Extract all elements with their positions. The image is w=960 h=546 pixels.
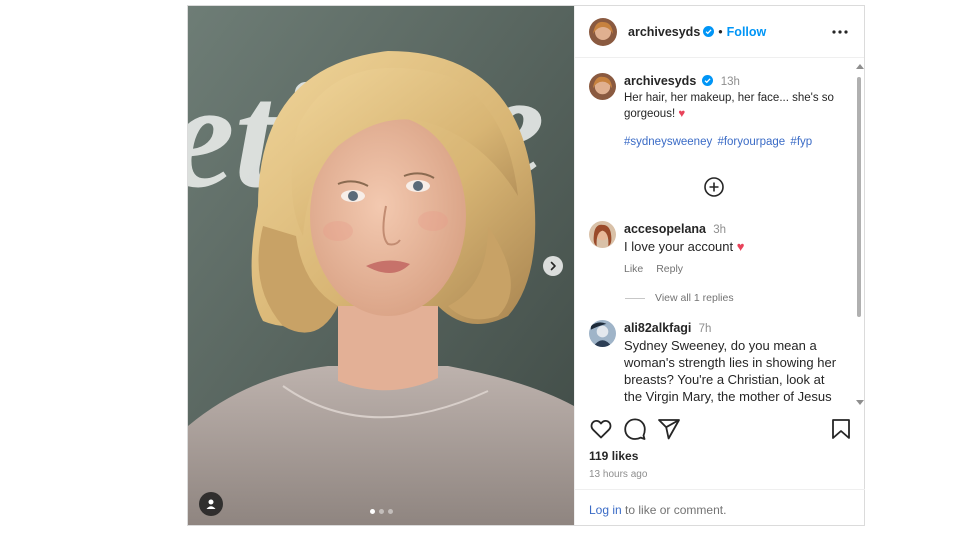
commenter-avatar[interactable]: [589, 221, 616, 248]
post-media[interactable]: eti e: [188, 6, 574, 525]
comments-scrollbar[interactable]: [853, 59, 865, 408]
post-photo: eti e: [188, 6, 574, 525]
login-suffix: to like or comment.: [621, 503, 727, 517]
tagged-users-button[interactable]: [199, 492, 223, 516]
heart-icon[interactable]: [589, 417, 613, 441]
commenter-username[interactable]: accesopelana: [624, 222, 706, 236]
post-sidebar: archivesyds • Follow archivesyds 13h Her…: [574, 6, 865, 525]
view-replies-label: View all 1 replies: [655, 292, 734, 304]
commenter-username[interactable]: ali82alkfagi: [624, 321, 691, 335]
caption-text: Her hair, her makeup, her face... she's …: [624, 92, 834, 120]
follow-button[interactable]: Follow: [727, 25, 767, 39]
user-tag-icon: [206, 499, 216, 509]
share-icon[interactable]: [657, 417, 681, 441]
comment-like-button[interactable]: Like: [624, 263, 643, 275]
verified-badge-icon: [703, 26, 715, 37]
view-replies-button[interactable]: View all 1 replies: [625, 292, 734, 304]
hashtag-link[interactable]: #fyp: [790, 136, 812, 148]
scroll-down-arrow[interactable]: [856, 400, 864, 405]
bookmark-icon[interactable]: [829, 417, 853, 441]
caption-avatar[interactable]: [589, 73, 616, 100]
caption-username[interactable]: archivesyds: [624, 74, 696, 88]
carousel-dot: [388, 509, 393, 514]
comment-time[interactable]: 3h: [713, 224, 726, 236]
author-username[interactable]: archivesyds: [628, 25, 700, 39]
author-avatar[interactable]: [589, 17, 617, 46]
carousel-dot: [379, 509, 384, 514]
header-meta: archivesyds • Follow: [628, 25, 766, 39]
comment-actions: Like Reply: [624, 263, 844, 275]
add-circle-icon[interactable]: [703, 176, 725, 198]
comment-item: ali82alkfagi 7h Sydney Sweeney, do you m…: [589, 320, 844, 408]
separator-bullet: •: [718, 24, 723, 39]
carousel-indicator: [370, 509, 393, 514]
replies-divider: [625, 297, 645, 299]
comment-header: accesopelana 3h: [624, 221, 844, 238]
hashtag-link[interactable]: #foryourpage: [717, 136, 785, 148]
comment-text-wrap: I love your account ♥: [624, 238, 844, 255]
comment-text: Sydney Sweeney, do you mean a woman's st…: [624, 338, 837, 408]
login-prompt: Log in to like or comment.: [575, 489, 865, 525]
comment-body: ali82alkfagi 7h Sydney Sweeney, do you m…: [624, 320, 844, 408]
hashtag-link[interactable]: #sydneysweeney: [624, 136, 712, 148]
caption-body: archivesyds 13h Her hair, her makeup, he…: [624, 73, 844, 148]
post-timestamp[interactable]: 13 hours ago: [589, 469, 647, 480]
comment-time[interactable]: 7h: [699, 323, 712, 335]
more-options-icon: [832, 30, 848, 34]
login-link[interactable]: Log in: [589, 503, 622, 517]
heart-emoji: ♥: [678, 108, 686, 120]
caption-header: archivesyds 13h: [624, 73, 844, 90]
caption-text-wrap: Her hair, her makeup, her face... she's …: [624, 90, 844, 122]
comment-header: ali82alkfagi 7h: [624, 320, 844, 337]
action-bar: [589, 417, 851, 443]
caption: archivesyds 13h Her hair, her makeup, he…: [589, 73, 844, 148]
verified-badge-icon: [702, 75, 714, 86]
comments-list[interactable]: archivesyds 13h Her hair, her makeup, he…: [575, 59, 865, 408]
chevron-right-icon: [550, 261, 556, 271]
carousel-next-button[interactable]: [543, 256, 563, 276]
scroll-up-arrow[interactable]: [856, 64, 864, 69]
post-card: eti e: [187, 5, 865, 526]
comment-reply-button[interactable]: Reply: [656, 263, 683, 275]
likes-count[interactable]: 119 likes: [589, 449, 638, 463]
more-options-button[interactable]: [831, 23, 849, 41]
post-header: archivesyds • Follow: [575, 6, 864, 58]
comment-icon[interactable]: [623, 417, 647, 441]
comment-text: I love your account: [624, 239, 734, 254]
caption-time[interactable]: 13h: [721, 76, 740, 88]
hashtags: #sydneysweeney #foryourpage #fyp: [624, 136, 844, 148]
comment-item: accesopelana 3h I love your account ♥ Li…: [589, 221, 844, 275]
heart-emoji: ♥: [736, 239, 745, 254]
comment-body: accesopelana 3h I love your account ♥ Li…: [624, 221, 844, 275]
scrollbar-thumb[interactable]: [857, 77, 861, 317]
carousel-dot: [370, 509, 375, 514]
commenter-avatar[interactable]: [589, 320, 616, 347]
